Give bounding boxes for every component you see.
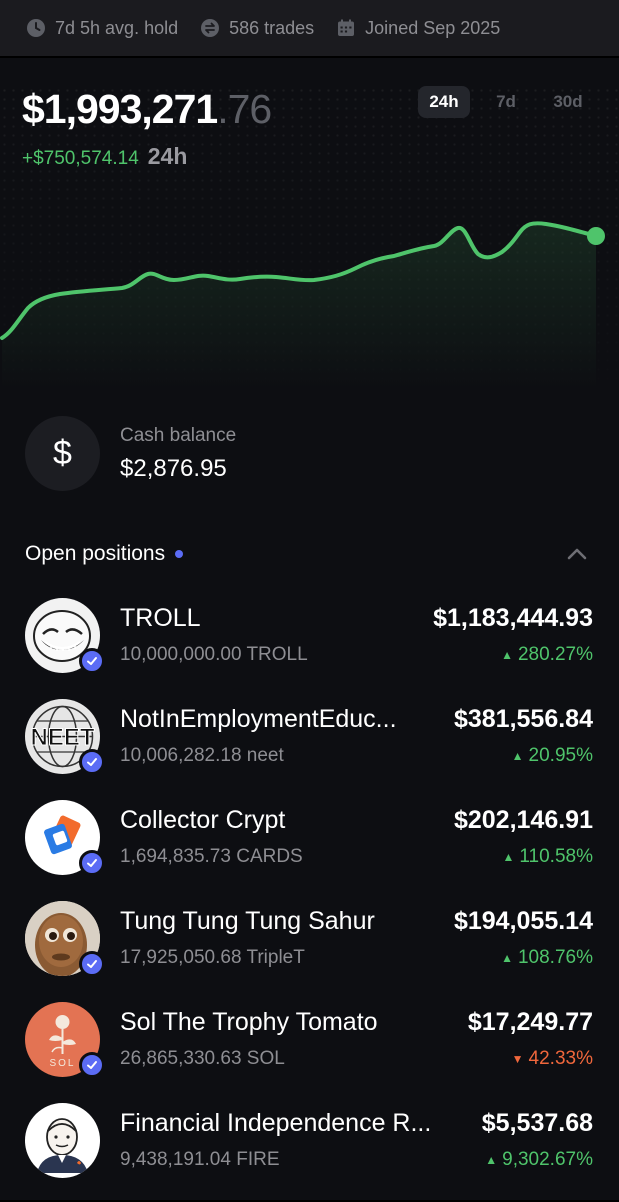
position-row-tripletung[interactable]: Tung Tung Tung Sahur 17,925,050.68 Tripl…	[0, 899, 619, 1000]
position-change: ▲ 280.27%	[501, 644, 593, 666]
position-change-value: 20.95%	[528, 745, 593, 766]
profile-stats-bar: 7d 5h avg. hold 586 trades Joined Sep 20…	[0, 0, 619, 56]
position-row-neet[interactable]: NEET NotInEmploymentEduc... 10,006,282.1…	[0, 697, 619, 798]
chevron-up-icon[interactable]	[566, 546, 588, 562]
verified-badge-icon	[79, 749, 105, 775]
cash-balance-value: $2,876.95	[120, 454, 227, 482]
position-name: Sol The Trophy Tomato	[120, 1008, 378, 1036]
position-change: ▲ 20.95%	[512, 745, 593, 767]
position-row-troll[interactable]: TROLL 10,000,000.00 TROLL $1,183,444.93 …	[0, 596, 619, 697]
portfolio-change: +$750,574.14 24h	[22, 143, 187, 170]
live-indicator-dot	[175, 550, 184, 558]
position-change-value: 9,302.67%	[502, 1149, 593, 1170]
portfolio-change-value: +$750,574.14	[22, 148, 139, 169]
triangle-up-icon: ▲	[502, 850, 515, 864]
position-change: ▲ 9,302.67%	[485, 1149, 593, 1171]
position-amount: 9,438,191.04 FIRE	[120, 1149, 280, 1170]
position-amount: 26,865,330.63 SOL	[120, 1048, 285, 1069]
verified-badge-icon	[79, 1052, 105, 1078]
verified-badge-icon	[79, 648, 105, 674]
portfolio-chart[interactable]	[0, 200, 619, 390]
position-change: ▲ 108.76%	[501, 947, 593, 969]
position-value: $17,249.77	[467, 1008, 593, 1036]
position-change: ▲ 110.58%	[503, 846, 594, 868]
trades-stat: 586 trades	[200, 18, 314, 39]
open-positions-title: Open positions	[25, 542, 166, 565]
position-change-value: 280.27%	[517, 644, 593, 665]
verified-badge-icon	[79, 850, 105, 876]
tab-24h[interactable]: 24h	[418, 86, 470, 118]
position-amount: 1,694,835.73 CARDS	[120, 846, 303, 867]
position-name: Financial Independence R...	[120, 1109, 432, 1137]
position-change-value: 108.76%	[517, 947, 593, 968]
position-value: $1,183,444.93	[433, 604, 593, 632]
calendar-icon	[338, 19, 355, 36]
position-value: $381,556.84	[453, 705, 593, 733]
position-name: TROLL	[120, 604, 201, 632]
position-change: ▼ 42.33%	[512, 1048, 593, 1070]
position-name: Collector Crypt	[120, 806, 286, 834]
triangle-up-icon: ▲	[485, 1153, 498, 1167]
triangle-up-icon: ▲	[501, 951, 513, 965]
fire-token-avatar	[25, 1103, 100, 1178]
position-amount: 17,925,050.68 TripleT	[120, 947, 305, 968]
swap-icon	[201, 19, 220, 37]
cash-balance: $ Cash balance $2,876.95	[25, 416, 236, 491]
position-value: $5,537.68	[481, 1109, 593, 1137]
position-amount: 10,000,000.00 TROLL	[120, 644, 308, 665]
cash-balance-text: Cash balance $2,876.95	[120, 425, 236, 483]
neet-avatar-text: NEET	[30, 724, 94, 751]
avg-hold-stat: 7d 5h avg. hold	[26, 18, 178, 39]
chart-endpoint-dot	[587, 227, 605, 245]
triangle-up-icon: ▲	[501, 648, 513, 662]
position-change-value: 42.33%	[528, 1048, 593, 1069]
position-amount: 10,006,282.18 neet	[120, 745, 284, 766]
position-change-value: 110.58%	[519, 846, 593, 867]
timeframe-tabs: 24h 7d 30d	[418, 86, 594, 118]
position-name: NotInEmploymentEduc...	[120, 705, 397, 733]
sol-avatar-text: SOL	[49, 1058, 75, 1069]
tab-7d[interactable]: 7d	[480, 86, 532, 118]
cash-balance-label: Cash balance	[120, 424, 237, 446]
tab-30d[interactable]: 30d	[542, 86, 594, 118]
portfolio-value: $1,993,271.76	[22, 86, 272, 133]
open-positions-header[interactable]: Open positions	[25, 542, 184, 566]
position-value: $194,055.14	[453, 907, 593, 935]
clock-icon	[27, 19, 45, 37]
portfolio-value-main: $1,993,271	[22, 86, 218, 132]
position-row-fire[interactable]: Financial Independence R... 9,438,191.04…	[0, 1101, 619, 1202]
position-value: $202,146.91	[453, 806, 593, 834]
avg-hold-text: 7d 5h avg. hold	[55, 17, 179, 38]
position-name: Tung Tung Tung Sahur	[120, 907, 375, 935]
joined-text: Joined Sep 2025	[365, 17, 501, 38]
triangle-up-icon: ▲	[511, 749, 524, 763]
verified-badge-icon	[79, 951, 105, 977]
trades-text: 586 trades	[229, 17, 315, 38]
position-row-collector-crypt[interactable]: Collector Crypt 1,694,835.73 CARDS $202,…	[0, 798, 619, 899]
triangle-down-icon: ▼	[511, 1052, 524, 1066]
joined-stat: Joined Sep 2025	[336, 18, 500, 39]
positions-list: TROLL 10,000,000.00 TROLL $1,183,444.93 …	[0, 596, 619, 1202]
position-row-sol-tomato[interactable]: SOL Sol The Trophy Tomato 26,865,330.63 …	[0, 1000, 619, 1101]
dollar-icon: $	[25, 416, 100, 491]
portfolio-change-period: 24h	[147, 143, 188, 169]
portfolio-value-cents: .76	[217, 86, 272, 132]
